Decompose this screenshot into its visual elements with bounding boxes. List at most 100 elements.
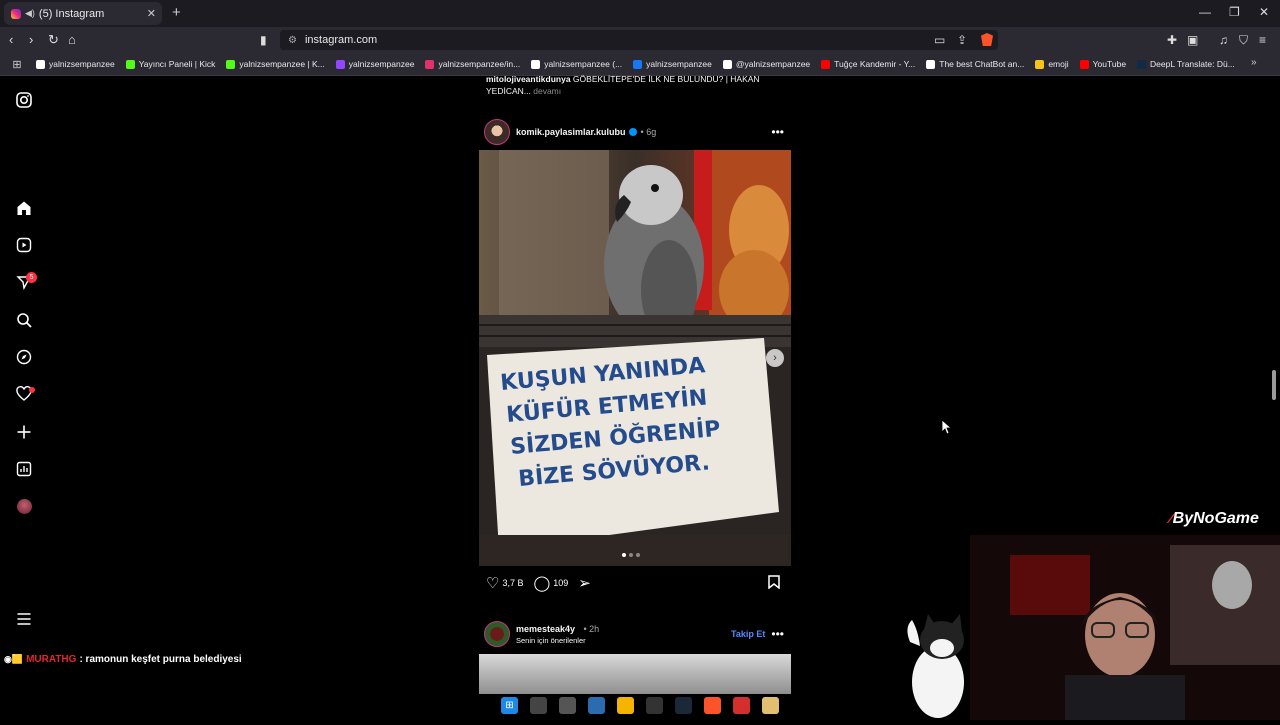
comment-icon: ◯ [533, 575, 551, 592]
save-post-icon[interactable] [768, 575, 780, 592]
youtube-icon [1079, 59, 1089, 69]
post-author-avatar[interactable] [484, 119, 510, 145]
cast-icon[interactable]: ▭ [934, 33, 945, 47]
reload-icon[interactable]: ↻ [48, 32, 59, 48]
speaker-icon[interactable]: ◀) [25, 8, 35, 19]
follow-button[interactable]: Takip Et [731, 629, 765, 639]
extensions-icon[interactable]: ✚ [1167, 33, 1177, 47]
activity-dot [29, 387, 35, 393]
bookmark-item[interactable]: yalnizsempanzee (... [531, 59, 622, 69]
windows-start-icon[interactable]: ⊞ [501, 696, 518, 714]
post-username[interactable]: komik.paylasimlar.kulubu [516, 127, 626, 137]
profile-avatar[interactable] [17, 499, 32, 514]
bookmark-label: DeepL Translate: Dü... [1150, 59, 1235, 69]
carousel-dots [622, 553, 640, 557]
bookmark-label: yalnizsempanzee [348, 59, 415, 69]
close-tab-icon[interactable]: ✕ [147, 7, 156, 20]
create-plus-icon[interactable] [14, 422, 34, 442]
minimize-icon[interactable]: — [1199, 5, 1211, 19]
like-button[interactable]: ♡ 3,7 B [486, 574, 523, 592]
brave-shields-icon[interactable] [981, 33, 993, 46]
sidebar-toggle-icon[interactable]: ▣ [1187, 33, 1198, 47]
restore-icon[interactable]: ❐ [1229, 5, 1240, 19]
share-icon[interactable]: ⇪ [957, 33, 967, 47]
kick-icon [125, 59, 135, 69]
instagram-icon [425, 59, 435, 69]
bookmark-item[interactable]: yalnizsempanzee | K... [226, 59, 325, 69]
post2-username[interactable]: memesteak4y [516, 624, 575, 634]
google-icon [36, 59, 45, 69]
caption-username[interactable]: mitolojiveantikdunya [486, 74, 571, 84]
carousel-next-button[interactable]: › [766, 349, 784, 367]
bookmark-item[interactable]: yalnizsempanzee [335, 59, 415, 69]
bookmark-label: Tuğçe Kandemir - Y... [834, 59, 916, 69]
bookmark-item[interactable]: @yalnizsempanzee [722, 59, 811, 69]
chat-message: : ramonun keşfet purna belediyesi [79, 654, 242, 665]
url-text: instagram.com [304, 34, 378, 46]
share-post-button[interactable]: ➢ [578, 574, 594, 592]
notification-badge: 5 [26, 272, 37, 283]
bookmark-item[interactable]: Yayıncı Paneli | Kick [125, 59, 215, 69]
page-scrollbar[interactable] [1272, 370, 1276, 400]
menu-icon[interactable]: ≡ [1259, 33, 1266, 47]
more-menu-icon[interactable] [14, 609, 34, 629]
red-app-icon[interactable] [733, 696, 750, 714]
post2-image[interactable] [479, 654, 791, 694]
steam-icon[interactable] [675, 696, 692, 714]
explore-compass-icon[interactable] [14, 347, 34, 367]
bookmark-label: yalnizsempanzee [49, 59, 115, 69]
bookmark-item[interactable]: DeepL Translate: Dü... [1137, 59, 1235, 69]
verified-badge-icon [628, 128, 637, 136]
address-bar[interactable]: ⚙ instagram.com [280, 30, 998, 50]
instagram-logo-icon[interactable] [14, 90, 34, 110]
browser-tab-instagram[interactable]: ◀) (5) Instagram ✕ [4, 2, 162, 25]
post-image[interactable]: KUŞUN YANINDA KÜFÜR ETMEYİN SİZDEN ÖĞREN… [479, 150, 791, 566]
youtube-icon [821, 59, 831, 69]
home-icon[interactable]: ⌂ [68, 32, 76, 47]
forward-icon[interactable]: › [29, 32, 33, 47]
bookmark-item[interactable]: YouTube [1079, 59, 1126, 69]
post2-time: • 2h [583, 624, 600, 634]
browser-tab-bar [0, 0, 1280, 27]
home-nav-icon[interactable] [14, 198, 34, 218]
snipping-tool-icon[interactable] [559, 696, 576, 714]
comment-button[interactable]: ◯ 109 [533, 574, 568, 592]
dashboard-icon[interactable] [14, 459, 34, 479]
bookmark-item[interactable]: emoji [1035, 59, 1069, 69]
bookmark-item[interactable]: The best ChatBot an... [926, 59, 1024, 69]
new-tab-button[interactable]: + [172, 4, 181, 21]
post-header: komik.paylasimlar.kulubu • 6g ••• [484, 118, 792, 146]
notes-app-icon[interactable] [762, 696, 779, 714]
bookmark-label: @yalnizsempanzee [735, 59, 811, 69]
task-view-icon[interactable] [530, 696, 547, 714]
bookmark-item[interactable]: yalnizsempanzee [36, 59, 115, 69]
chatbot-icon [926, 59, 936, 69]
post-time: • 6g [640, 127, 657, 137]
deepl-icon [1137, 59, 1147, 69]
site-info-icon[interactable]: ⚙ [288, 35, 297, 46]
brave-browser-icon[interactable] [704, 696, 721, 714]
bookmark-label: yalnizsempanzee (... [544, 59, 623, 69]
obs-icon[interactable] [646, 696, 663, 714]
bookmark-label: yalnizsempanzee | K... [239, 59, 325, 69]
search-icon[interactable] [14, 310, 34, 330]
bookmark-item[interactable]: Tuğçe Kandemir - Y... [821, 59, 915, 69]
vpn-shield-icon[interactable]: ⛉ [1239, 33, 1248, 48]
photos-icon[interactable] [588, 696, 605, 714]
post2-author-avatar[interactable] [484, 621, 510, 647]
post2-options-icon[interactable]: ••• [771, 627, 784, 641]
more-bookmarks-icon[interactable]: » [1251, 57, 1257, 68]
media-icon[interactable]: ♫ [1219, 33, 1228, 47]
bookmark-item[interactable]: yalnizsempanzee/in... [425, 59, 520, 69]
carousel-dot [629, 553, 633, 557]
apps-grid-icon[interactable]: ⊞ [6, 58, 28, 71]
post-options-icon[interactable]: ••• [771, 125, 784, 139]
close-window-icon[interactable]: ✕ [1259, 5, 1269, 19]
back-icon[interactable]: ‹ [9, 32, 13, 47]
tab-title: (5) Instagram [38, 7, 105, 20]
bookmark-item[interactable]: yalnizsempanzee [633, 59, 712, 69]
caption-more-link[interactable]: devamı [533, 86, 561, 96]
bookmark-icon[interactable]: ▮ [260, 33, 267, 47]
file-explorer-icon[interactable] [617, 696, 634, 714]
reels-icon[interactable] [14, 235, 34, 255]
